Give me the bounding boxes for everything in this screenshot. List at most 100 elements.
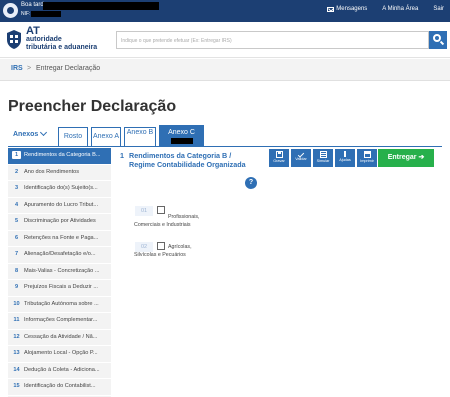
sidebar-item-10[interactable]: 10 Tributação Autónoma sobre ...	[8, 297, 111, 313]
sidebar-item-label: Tributação Autónoma sobre ...	[24, 300, 99, 307]
imprimir-label: Imprimir	[360, 159, 374, 163]
sidebar-item-num: 5	[14, 218, 19, 224]
option-02-label: Agrícolas, Silvícolas e Pecuários	[134, 244, 192, 258]
sidebar-item-num: 10	[13, 300, 20, 307]
logo-line1: autoridade	[26, 36, 62, 43]
gravar-label: Gravar	[273, 159, 285, 163]
tab-anexo-b[interactable]: Anexo B	[124, 127, 156, 147]
sidebar-item-num: 6	[14, 234, 19, 241]
my-area-link[interactable]: A Minha Área	[382, 6, 418, 12]
anexos-label: Anexos	[13, 131, 39, 138]
sidebar-item-label: Retenções na Fonte e Paga...	[24, 234, 99, 241]
tab-anexo-a[interactable]: Anexo A	[91, 127, 121, 147]
sidebar-item-11[interactable]: 11 Informações Complementar...	[8, 313, 111, 330]
sidebar-item-label: Cessação da Atividade / Nã...	[24, 333, 98, 340]
tab-anexo-c-label: Anexo C	[168, 129, 195, 136]
sidebar-item-1[interactable]: 1 Rendimentos da Categoria B...	[8, 148, 111, 165]
sidebar-item-12[interactable]: 12 Cessação da Atividade / Nã...	[8, 330, 111, 346]
imprimir-button[interactable]: Imprimir	[357, 149, 377, 167]
at-logo-icon[interactable]	[5, 29, 23, 50]
tab-rosto[interactable]: Rosto	[58, 127, 88, 147]
sidebar-item-num: 14	[13, 366, 20, 373]
option-01-checkbox[interactable]	[157, 206, 165, 214]
gravar-button[interactable]: Gravar	[269, 149, 289, 167]
section-number: 1	[120, 151, 124, 160]
logout-link[interactable]: Sair	[433, 6, 444, 12]
sidebar-item-label: Dedução à Coleta - Adiciona...	[24, 366, 100, 373]
breadcrumb-current: Entregar Declaração	[36, 65, 101, 72]
nif-label: NIF:	[21, 11, 31, 17]
sidebar-item-2[interactable]: 2 Ano dos Rendimentos	[8, 165, 111, 181]
sidebar-item-num: 15	[13, 383, 20, 389]
search-input[interactable]: Indique o que pretende efetuar (Ex: Entr…	[116, 31, 429, 49]
portal-logo-icon[interactable]	[3, 3, 18, 18]
sidebar-item-num: 9	[14, 284, 19, 290]
arrow-right-icon: ➔	[418, 154, 425, 161]
section-sidebar: 1 Rendimentos da Categoria B... 2 Ano dos …	[8, 148, 111, 397]
action-toolbar: Gravar Validar Simular Ajudas Imprimir	[269, 149, 377, 167]
printer-icon	[363, 151, 371, 158]
messages-label: Mensagens	[336, 6, 368, 12]
help-icon[interactable]: ?	[245, 177, 257, 189]
sidebar-item-num: 4	[14, 201, 19, 208]
sidebar-item-6[interactable]: 6 Retenções na Fonte e Paga...	[8, 231, 111, 247]
logo-line2: tributária e aduaneira	[26, 44, 98, 51]
sidebar-item-9[interactable]: 9 Prejuízos Fiscais a Deduzir ...	[8, 280, 111, 297]
sidebar-item-label: Prejuízos Fiscais a Deduzir ...	[24, 284, 98, 290]
redacted-tab-detail	[170, 138, 193, 144]
sidebar-item-label: Apuramento do Lucro Tribut...	[24, 201, 99, 208]
sidebar-item-num: 13	[13, 350, 20, 356]
sidebar-item-5[interactable]: 5 Discriminação por Atividades	[8, 214, 111, 231]
at-logo-text: AT autoridade tributária e aduaneira	[26, 26, 97, 52]
annex-tabs: Anexos Rosto Anexo A Anexo B Anexo C	[0, 123, 450, 147]
validar-button[interactable]: Validar	[291, 149, 311, 167]
sidebar-item-num: 8	[14, 267, 19, 274]
top-bar: Boa tarde, NIF: Mensagens A Minha Área S…	[0, 0, 450, 22]
sidebar-item-15[interactable]: 15 Identificação do Contabilist...	[8, 379, 111, 396]
sidebar-item-label: Ano dos Rendimentos	[24, 168, 80, 175]
validar-label: Validar	[295, 157, 307, 161]
tabs-divider	[8, 146, 442, 147]
simular-label: Simular	[316, 159, 330, 163]
sidebar-item-label: Discriminação por Atividades	[24, 218, 96, 224]
redacted-user-name	[43, 2, 159, 10]
search-button[interactable]	[429, 31, 447, 49]
ajudas-label: Ajudas	[339, 158, 351, 162]
sidebar-item-7[interactable]: 7 Alienação/Desafetação e/o...	[8, 247, 111, 264]
info-icon	[344, 151, 346, 157]
sidebar-item-4[interactable]: 4 Apuramento do Lucro Tribut...	[8, 198, 111, 214]
entregar-label: Entregar	[387, 154, 417, 161]
simular-button[interactable]: Simular	[313, 149, 333, 167]
sidebar-item-label: Identificação do Contabilist...	[24, 383, 96, 389]
breadcrumb-separator: >	[27, 65, 32, 72]
page-title: Preencher Declaração	[8, 98, 177, 115]
entregar-button[interactable]: Entregar ➔	[378, 149, 434, 167]
sidebar-item-num: 12	[13, 333, 20, 340]
sidebar-item-8[interactable]: 8 Mais-Valias - Concretização ...	[8, 264, 111, 280]
logo-abbr: AT	[26, 25, 40, 37]
ajudas-button[interactable]: Ajudas	[335, 149, 355, 167]
sidebar-item-3[interactable]: 3 Identificação do(s) Sujeito(s...	[8, 181, 111, 198]
anexos-dropdown[interactable]: Anexos	[13, 128, 48, 138]
sidebar-item-label: Rendimentos da Categoria B...	[24, 152, 101, 158]
sidebar-item-label: Identificação do(s) Sujeito(s...	[24, 185, 98, 191]
section-title-text: Rendimentos da Categoria B / Regime Cont…	[129, 151, 246, 169]
tab-anexo-c[interactable]: Anexo C	[159, 125, 204, 147]
sidebar-item-num: 3	[14, 185, 19, 191]
save-icon	[275, 151, 283, 158]
chevron-down-icon	[40, 128, 48, 137]
mail-icon	[327, 6, 335, 12]
calculator-icon	[319, 151, 327, 158]
breadcrumb: IRS > Entregar Declaração	[0, 59, 450, 81]
sidebar-item-label: Informações Complementar...	[24, 317, 98, 323]
sidebar-item-num: 1	[12, 151, 21, 159]
sidebar-item-label: Alojamento Local - Opção P...	[24, 350, 98, 356]
sidebar-item-13[interactable]: 13 Alojamento Local - Opção P...	[8, 346, 111, 363]
sidebar-item-num: 11	[13, 317, 20, 323]
redacted-nif	[31, 11, 61, 17]
breadcrumb-irs[interactable]: IRS	[11, 65, 23, 72]
top-links: Mensagens A Minha Área Sair	[327, 6, 444, 12]
messages-link[interactable]: Mensagens	[327, 6, 367, 12]
sidebar-item-label: Mais-Valias - Concretização ...	[24, 267, 100, 274]
sidebar-item-14[interactable]: 14 Dedução à Coleta - Adiciona...	[8, 363, 111, 379]
